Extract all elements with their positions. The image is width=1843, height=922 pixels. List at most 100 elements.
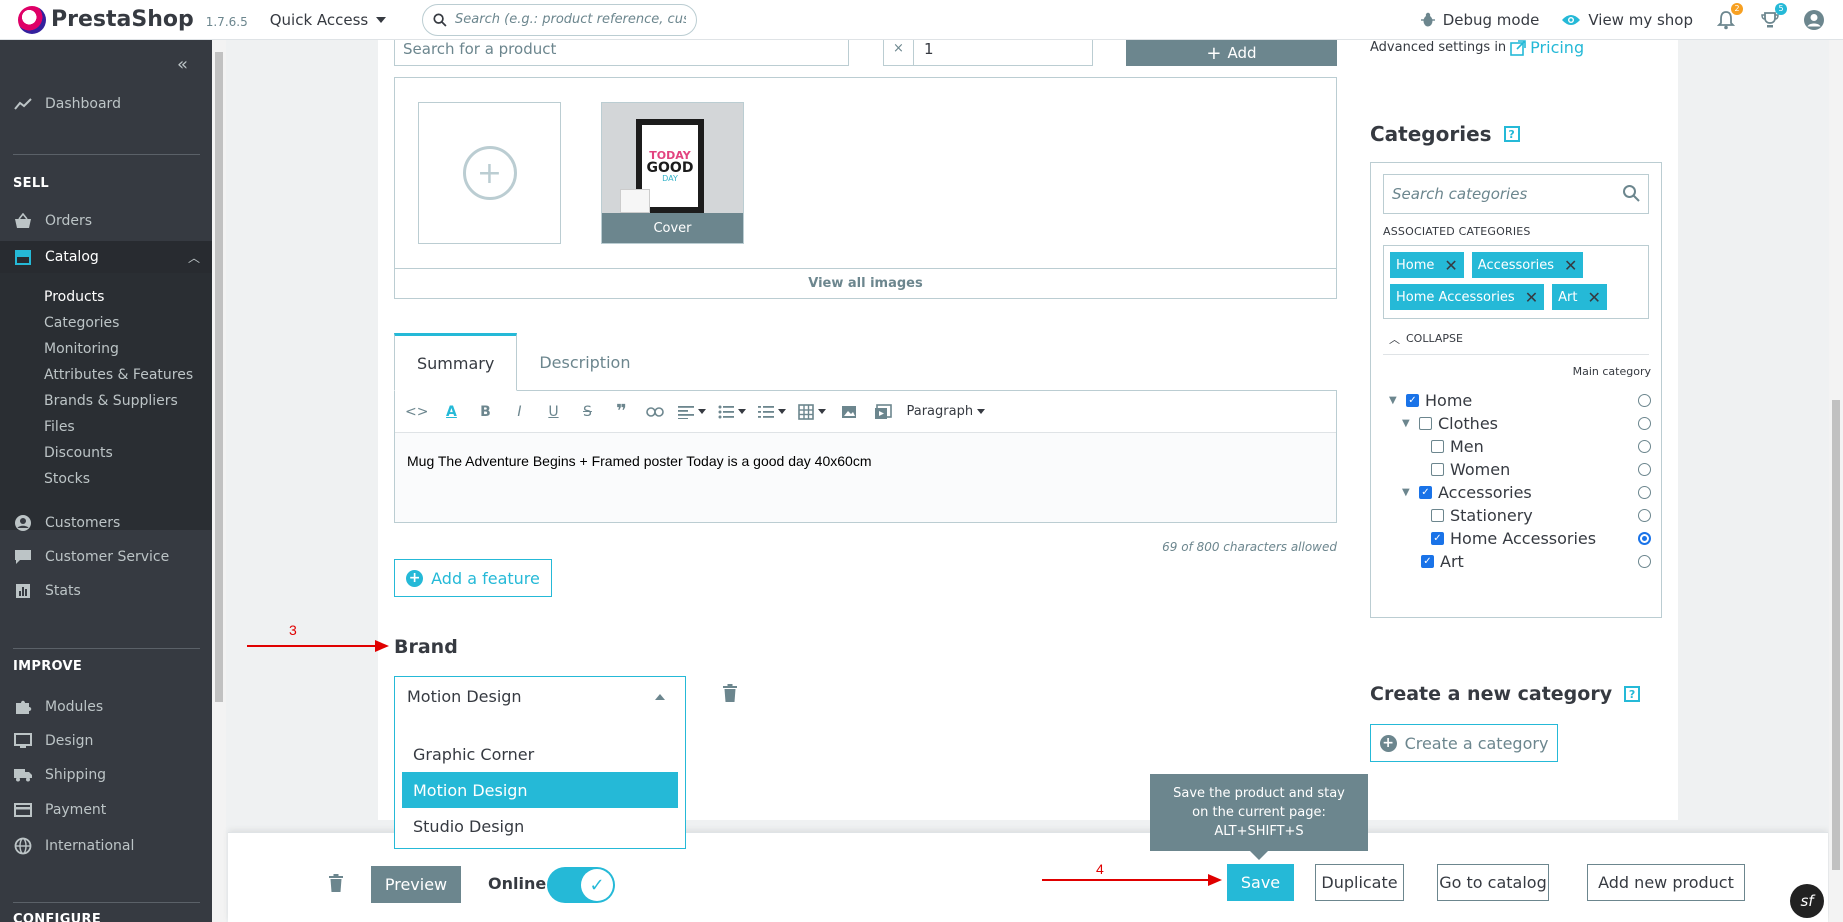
achievements-button[interactable]: 5 [1759, 3, 1787, 31]
sidebar-subitem-files[interactable]: Files [44, 419, 75, 435]
page-scrollbar[interactable] [1829, 40, 1843, 922]
help-icon[interactable]: ? [1503, 126, 1520, 142]
sidebar-subitem-attributes[interactable]: Attributes & Features [44, 367, 193, 383]
online-toggle[interactable]: ✓ [547, 867, 615, 903]
main-category-radio[interactable] [1638, 463, 1651, 476]
quote-icon[interactable]: ❞ [610, 401, 632, 422]
summary-editor-content[interactable]: Mug The Adventure Begins + Framed poster… [395, 433, 1336, 489]
main-category-radio[interactable] [1638, 394, 1651, 407]
chevron-down-icon[interactable]: ▼ [1402, 487, 1412, 498]
sidebar-subitem-monitoring[interactable]: Monitoring [44, 341, 119, 357]
main-category-radio[interactable] [1638, 417, 1651, 430]
close-icon[interactable]: ✕ [1564, 256, 1577, 275]
sidebar-subitem-discounts[interactable]: Discounts [44, 445, 113, 461]
brand-option[interactable]: Motion Design [402, 772, 678, 808]
preview-button[interactable]: Preview [371, 866, 461, 903]
page-scrollbar-thumb[interactable] [1832, 400, 1840, 870]
category-checkbox[interactable]: ✓ [1431, 531, 1444, 545]
source-code-icon[interactable]: <> [405, 404, 428, 420]
collapse-sidebar-icon[interactable]: « [177, 54, 188, 75]
account-button[interactable] [1803, 9, 1825, 31]
help-icon[interactable]: ? [1624, 686, 1641, 702]
sidebar-item-design[interactable]: Design [13, 733, 93, 749]
close-icon[interactable]: ✕ [1587, 288, 1600, 307]
chevron-down-icon[interactable]: ▼ [1402, 418, 1412, 429]
sidebar-item-modules[interactable]: Modules [13, 698, 103, 716]
close-icon[interactable]: ✕ [1444, 256, 1457, 275]
align-dropdown[interactable] [678, 405, 707, 419]
sidebar-subitem-categories[interactable]: Categories [44, 315, 119, 331]
sidebar-item-catalog[interactable]: Catalog ︿ [0, 241, 212, 273]
sidebar-subitem-products[interactable]: Products [44, 289, 104, 305]
media-icon[interactable] [872, 403, 894, 420]
category-checkbox[interactable] [1431, 439, 1444, 453]
sidebar-subitem-brands[interactable]: Brands & Suppliers [44, 393, 178, 409]
symfony-toolbar-icon[interactable]: sf [1790, 884, 1824, 918]
main-category-radio[interactable] [1638, 440, 1651, 453]
chevron-down-icon[interactable]: ▼ [1389, 395, 1399, 406]
link-icon[interactable] [644, 406, 666, 417]
table-dropdown[interactable] [798, 403, 827, 420]
debug-mode-link[interactable]: Debug mode [1420, 11, 1539, 29]
chevron-up-icon: ︿ [187, 250, 200, 265]
italic-icon[interactable]: I [508, 404, 530, 420]
strikethrough-icon[interactable]: S [576, 404, 598, 420]
category-checkbox[interactable] [1419, 416, 1432, 430]
sidebar-subitem-stocks[interactable]: Stocks [44, 471, 90, 487]
add-product-button[interactable]: + Add [1126, 40, 1337, 66]
collapse-tree-button[interactable]: ︿ COLLAPSE [1383, 323, 1649, 355]
image-icon[interactable] [838, 405, 860, 419]
duplicate-button[interactable]: Duplicate [1315, 864, 1404, 901]
sidebar-item-shipping[interactable]: Shipping [13, 767, 106, 783]
save-button[interactable]: Save [1227, 864, 1294, 901]
create-category-button[interactable]: + Create a category [1370, 724, 1558, 762]
sidebar-item-orders[interactable]: Orders [13, 213, 92, 229]
sidebar-scrollbar-thumb[interactable] [215, 52, 223, 702]
go-to-catalog-button[interactable]: Go to catalog [1437, 864, 1549, 901]
main-category-radio[interactable] [1638, 486, 1651, 499]
bullet-list-dropdown[interactable] [718, 405, 747, 419]
brand-option[interactable]: Graphic Corner [402, 736, 678, 772]
prestashop-logo[interactable]: PrestaShop [18, 5, 194, 34]
bold-icon[interactable]: B [474, 404, 496, 420]
category-checkbox[interactable]: ✓ [1421, 554, 1434, 568]
quick-access-dropdown[interactable]: Quick Access [270, 11, 387, 29]
notifications-button[interactable]: 2 [1715, 3, 1743, 31]
brand-select[interactable]: Motion Design [394, 676, 686, 716]
category-checkbox[interactable]: ✓ [1406, 393, 1419, 407]
text-color-icon[interactable]: A [440, 404, 462, 420]
tab-description[interactable]: Description [517, 333, 652, 391]
sidebar-item-customers[interactable]: Customers [13, 514, 120, 532]
main-category-radio[interactable] [1638, 555, 1651, 568]
category-checkbox[interactable] [1431, 462, 1444, 476]
add-new-product-button[interactable]: Add new product [1587, 864, 1745, 901]
pricing-link[interactable]: Pricing [1530, 38, 1584, 57]
sidebar-item-payment[interactable]: Payment [13, 802, 106, 818]
trophy-count-badge: 5 [1775, 3, 1787, 15]
category-checkbox[interactable] [1431, 508, 1444, 522]
sidebar-scrollbar[interactable] [212, 40, 226, 922]
sidebar-item-international[interactable]: International [13, 837, 134, 855]
delete-brand-button[interactable] [722, 684, 738, 707]
category-search-input[interactable]: Search categories [1383, 174, 1649, 214]
tab-summary[interactable]: Summary [394, 333, 518, 391]
underline-icon[interactable]: U [542, 404, 564, 420]
add-feature-button[interactable]: + Add a feature [394, 559, 552, 597]
cover-image-thumbnail[interactable]: TODAY GOOD DAY Cover [601, 102, 744, 244]
brand-option[interactable]: Studio Design [402, 808, 678, 844]
delete-product-button[interactable] [328, 874, 344, 897]
view-all-images-link[interactable]: View all images [395, 268, 1336, 298]
poster-text: DAY [662, 173, 678, 183]
close-icon[interactable]: ✕ [1525, 288, 1538, 307]
sidebar-item-customer-service[interactable]: Customer Service [13, 549, 169, 565]
paragraph-format-dropdown[interactable]: Paragraph [906, 404, 986, 419]
main-category-radio[interactable] [1638, 509, 1651, 522]
main-category-radio[interactable] [1638, 532, 1651, 545]
add-image-dropzone[interactable]: + [418, 102, 561, 244]
numbered-list-dropdown[interactable] [758, 405, 787, 419]
header-search-input[interactable]: Search (e.g.: product reference, custome [422, 3, 698, 36]
category-checkbox[interactable]: ✓ [1419, 485, 1432, 499]
sidebar-item-dashboard[interactable]: Dashboard [13, 96, 121, 112]
sidebar-item-stats[interactable]: Stats [13, 583, 81, 599]
view-shop-link[interactable]: View my shop [1561, 11, 1693, 29]
